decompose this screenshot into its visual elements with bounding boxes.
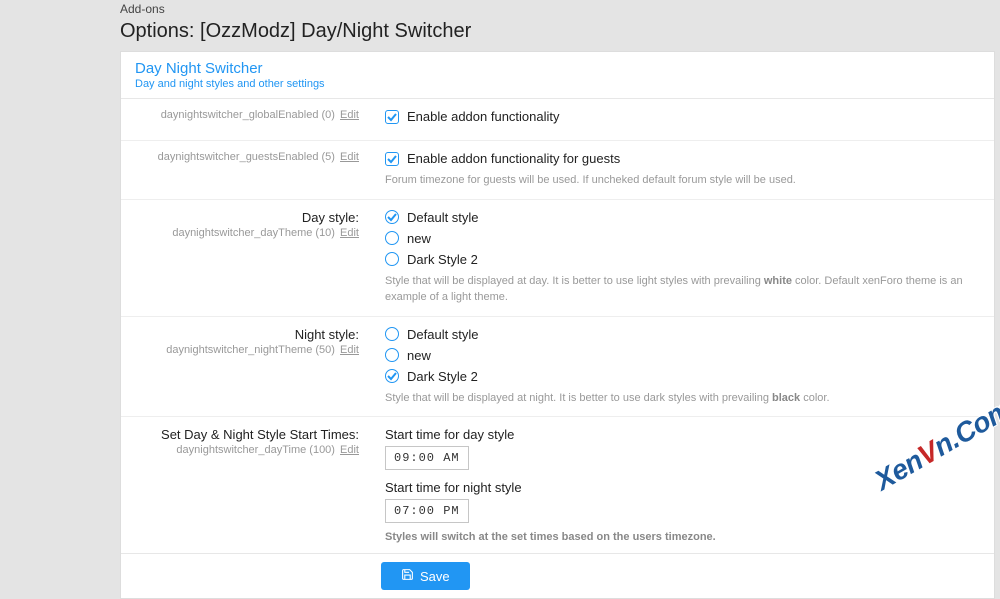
options-panel: Day Night Switcher Day and night styles … — [120, 51, 995, 599]
radio-label: Default style — [407, 210, 479, 225]
save-icon — [401, 568, 414, 584]
checkbox-icon — [385, 110, 399, 124]
edit-link[interactable]: Edit — [340, 151, 359, 163]
day-time-input[interactable]: 09:00 AM — [385, 446, 469, 470]
hint-text: Forum timezone for guests will be used. … — [385, 172, 980, 189]
option-meta: daynightswitcher_globalEnabled (0) — [161, 109, 335, 121]
radio-icon — [385, 252, 399, 266]
panel-footer: Save — [121, 553, 994, 598]
radio-icon — [385, 369, 399, 383]
radio-day-new[interactable]: new — [385, 231, 980, 246]
row-day-style: Day style: daynightswitcher_dayTheme (10… — [121, 200, 994, 317]
option-meta: daynightswitcher_guestsEnabled (5) — [158, 151, 335, 163]
hint-text: Style that will be displayed at night. I… — [385, 390, 980, 407]
radio-icon — [385, 348, 399, 362]
radio-label: Dark Style 2 — [407, 252, 478, 267]
checkbox-global-enabled[interactable]: Enable addon functionality — [385, 109, 980, 124]
option-title: Set Day & Night Style Start Times: — [133, 427, 359, 442]
row-global-enabled: daynightswitcher_globalEnabled (0) Edit … — [121, 99, 994, 141]
radio-day-default[interactable]: Default style — [385, 210, 980, 225]
radio-icon — [385, 327, 399, 341]
checkbox-label: Enable addon functionality — [407, 109, 560, 124]
night-time-input[interactable]: 07:00 PM — [385, 499, 469, 523]
section-subtitle: Day and night styles and other settings — [135, 78, 980, 90]
row-night-style: Night style: daynightswitcher_nightTheme… — [121, 317, 994, 418]
save-button-label: Save — [420, 569, 450, 584]
night-time-label: Start time for night style — [385, 480, 980, 495]
option-meta: daynightswitcher_dayTime (100) — [176, 444, 335, 456]
row-guests-enabled: daynightswitcher_guestsEnabled (5) Edit … — [121, 141, 994, 200]
option-title: Day style: — [133, 210, 359, 225]
radio-icon — [385, 210, 399, 224]
save-button[interactable]: Save — [381, 562, 470, 590]
edit-link[interactable]: Edit — [340, 227, 359, 239]
row-start-times: Set Day & Night Style Start Times: dayni… — [121, 417, 994, 553]
day-time-label: Start time for day style — [385, 427, 980, 442]
option-meta: daynightswitcher_dayTheme (10) — [172, 227, 335, 239]
radio-label: new — [407, 348, 431, 363]
radio-night-dark2[interactable]: Dark Style 2 — [385, 369, 980, 384]
breadcrumb[interactable]: Add-ons — [120, 2, 995, 16]
radio-label: Default style — [407, 327, 479, 342]
edit-link[interactable]: Edit — [340, 109, 359, 121]
edit-link[interactable]: Edit — [340, 344, 359, 356]
radio-label: new — [407, 231, 431, 246]
option-meta: daynightswitcher_nightTheme (50) — [166, 344, 335, 356]
radio-night-new[interactable]: new — [385, 348, 980, 363]
page-title: Options: [OzzModz] Day/Night Switcher — [120, 20, 995, 43]
radio-day-dark2[interactable]: Dark Style 2 — [385, 252, 980, 267]
radio-night-default[interactable]: Default style — [385, 327, 980, 342]
hint-text: Style that will be displayed at day. It … — [385, 273, 980, 306]
hint-text: Styles will switch at the set times base… — [385, 531, 980, 543]
section-title-link[interactable]: Day Night Switcher — [135, 60, 263, 77]
radio-label: Dark Style 2 — [407, 369, 478, 384]
radio-icon — [385, 231, 399, 245]
checkbox-icon — [385, 152, 399, 166]
option-title: Night style: — [133, 327, 359, 342]
edit-link[interactable]: Edit — [340, 444, 359, 456]
panel-header: Day Night Switcher Day and night styles … — [121, 52, 994, 99]
checkbox-guests-enabled[interactable]: Enable addon functionality for guests — [385, 151, 980, 166]
checkbox-label: Enable addon functionality for guests — [407, 151, 620, 166]
